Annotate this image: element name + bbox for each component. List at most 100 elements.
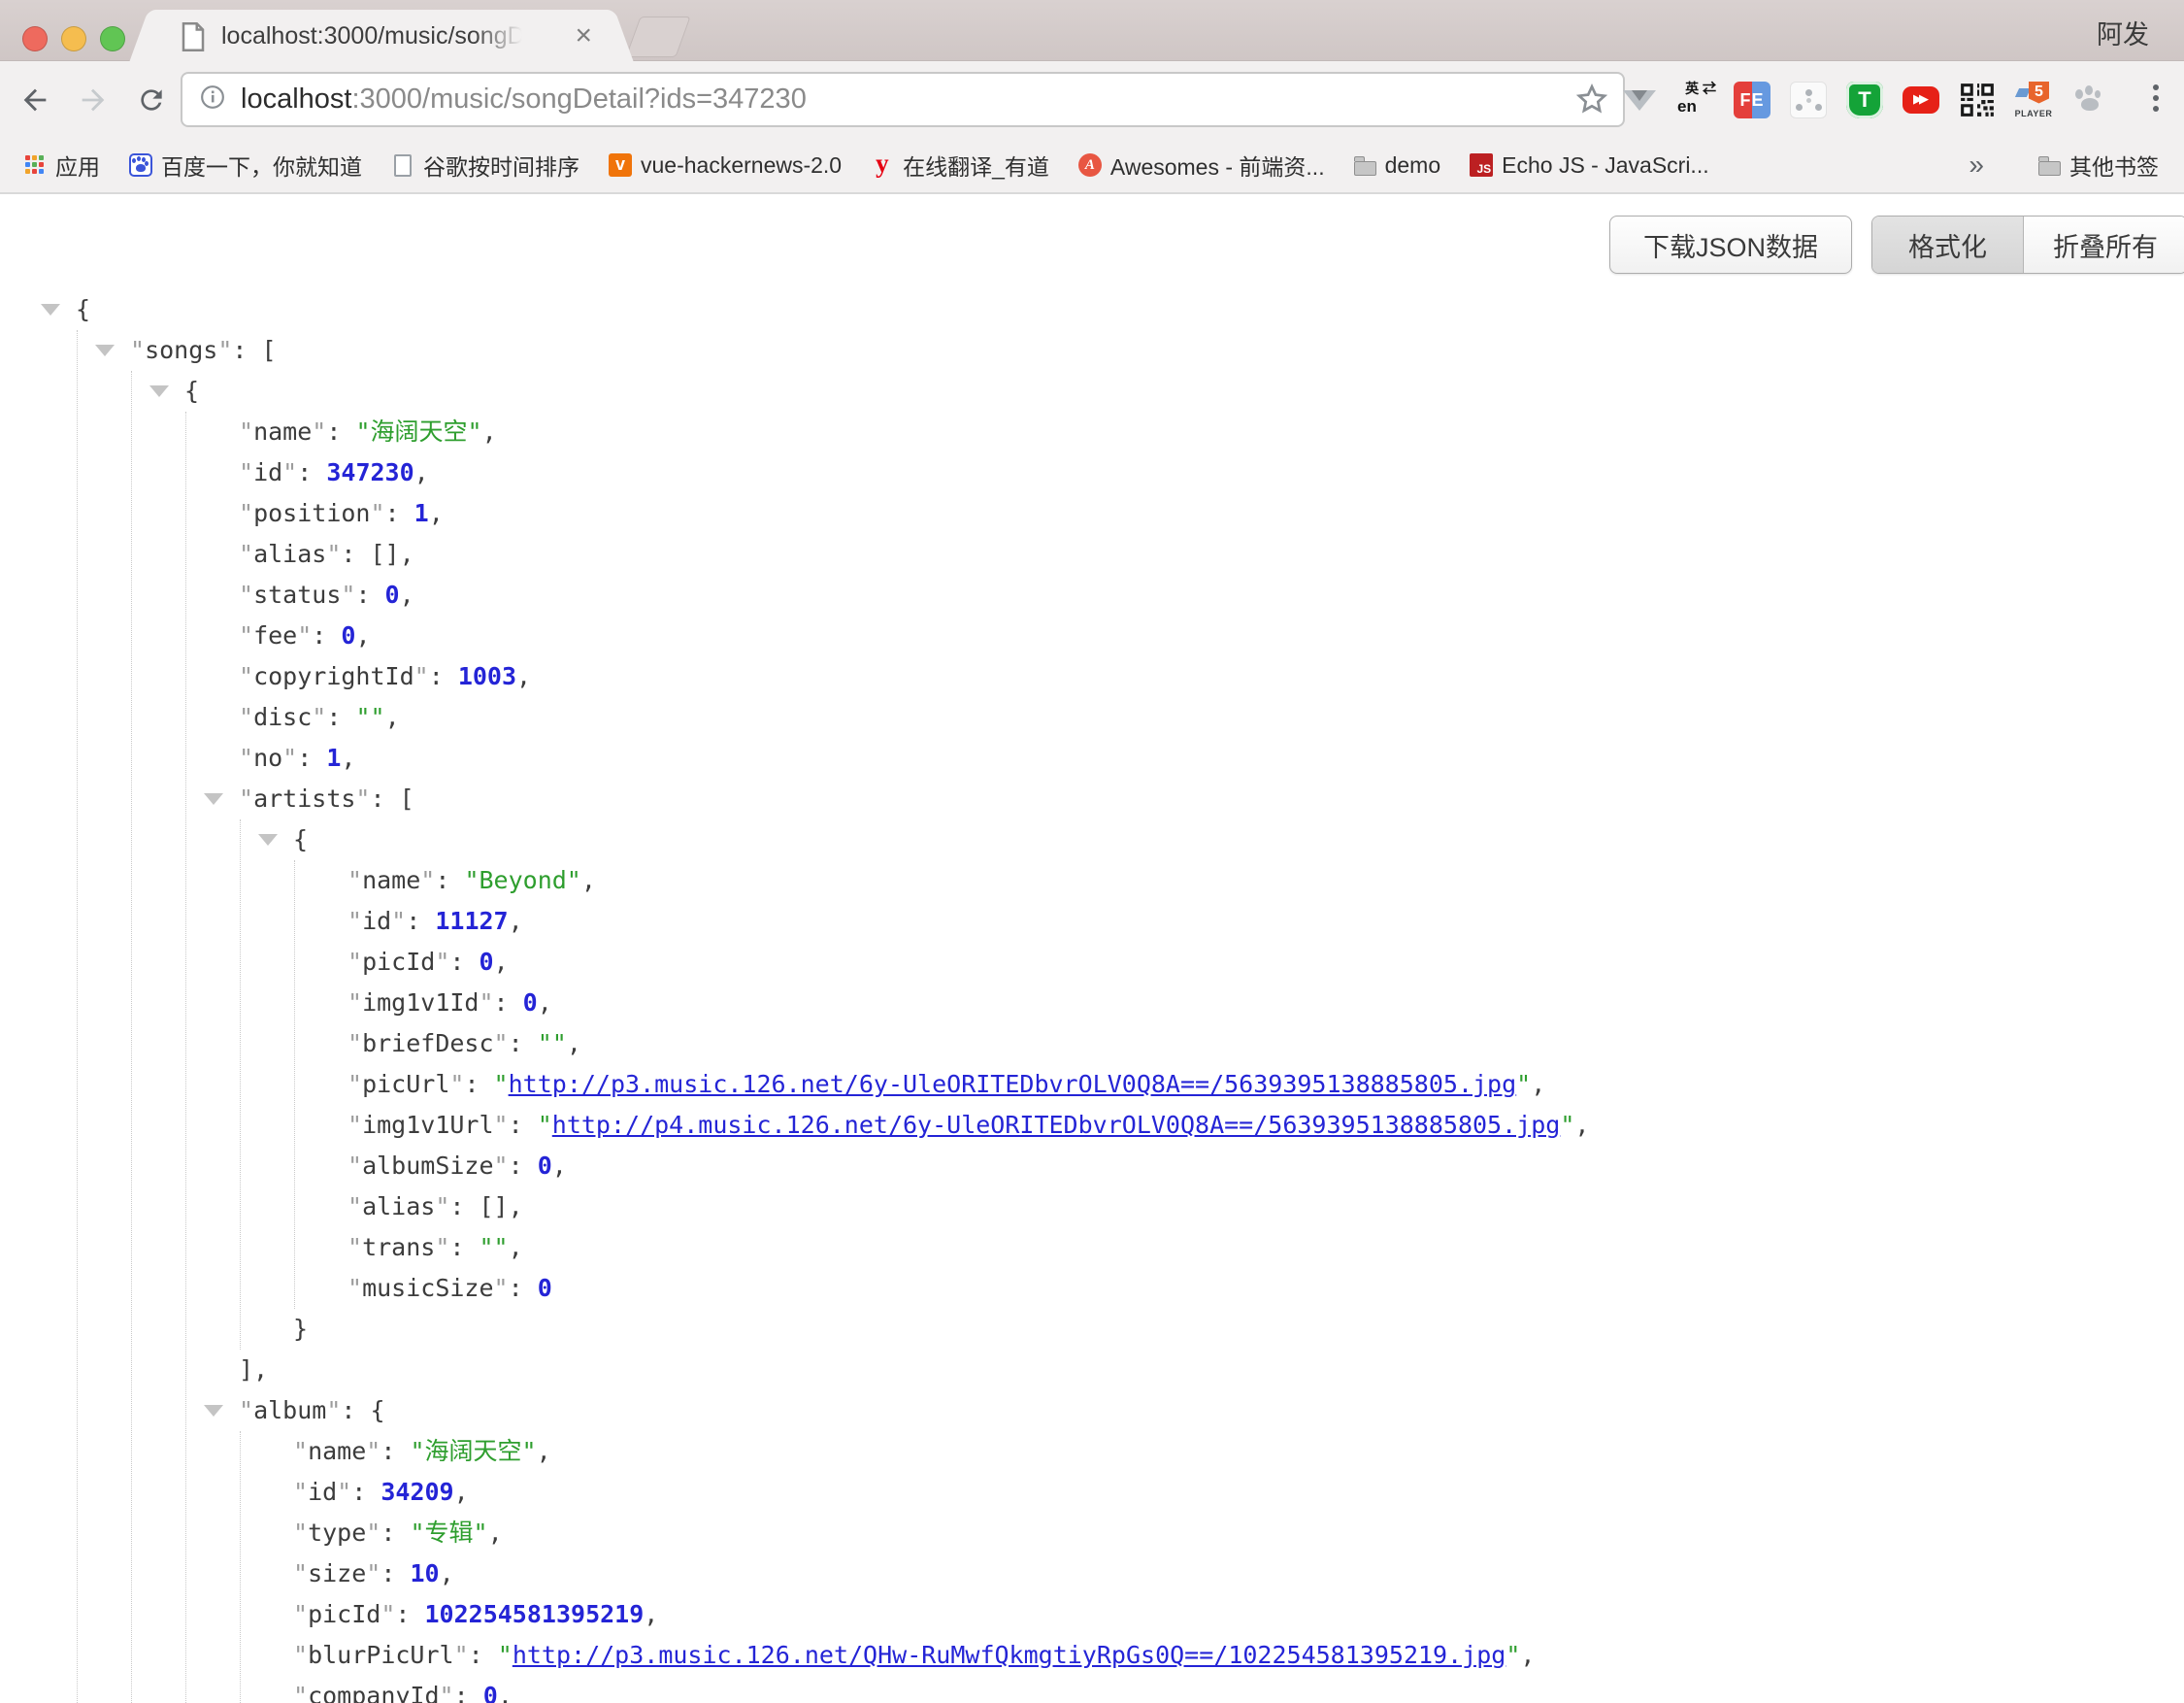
json-line: } xyxy=(293,1309,2184,1350)
json-token: " xyxy=(293,1559,308,1587)
json-token: " xyxy=(1506,1641,1520,1669)
html5-player-icon[interactable]: PLAYER xyxy=(2015,82,2052,118)
json-token: " xyxy=(435,1233,449,1261)
json-key: artists xyxy=(253,785,355,813)
bookmarks-overflow-chevron[interactable]: » xyxy=(1969,150,1984,181)
url-bar[interactable]: localhost:3000/music/songDetail?ids=3472… xyxy=(181,72,1625,127)
reload-button[interactable] xyxy=(134,83,169,117)
sitemap-icon[interactable] xyxy=(1790,82,1827,118)
chrome-menu-icon[interactable] xyxy=(2149,83,2163,117)
json-token: " xyxy=(239,621,253,650)
json-token: , xyxy=(1531,1070,1545,1098)
translate-icon[interactable] xyxy=(1677,82,1714,118)
json-number: 0 xyxy=(341,621,355,650)
other-bookmarks-folder[interactable]: 其他书签 xyxy=(2038,149,2159,182)
json-token: " xyxy=(366,1519,381,1547)
vue-devtools-icon[interactable] xyxy=(1621,82,1658,118)
json-token: " xyxy=(347,866,362,894)
json-token: " xyxy=(341,581,355,609)
bookmark-item[interactable]: 谷歌按时间排序 xyxy=(391,149,579,182)
json-token: : xyxy=(297,744,326,772)
json-token: , xyxy=(385,703,400,731)
json-key: name xyxy=(253,417,312,446)
json-token: " xyxy=(1560,1111,1574,1139)
json-token: { xyxy=(293,825,308,853)
new-tab-button[interactable] xyxy=(625,17,690,57)
site-info-icon[interactable] xyxy=(200,84,225,115)
json-url-link[interactable]: http://p3.music.126.net/QHw-RuMwfQkmgtiy… xyxy=(513,1641,1506,1669)
extensions-row: PLAYER xyxy=(1621,61,2108,138)
window-titlebar: 阿发 localhost:3000/music/songDetail?ids=3… xyxy=(0,0,2184,61)
json-token: " xyxy=(449,1070,464,1098)
video-play-icon[interactable] xyxy=(1903,86,1939,114)
bookmark-item[interactable]: demo xyxy=(1354,152,1441,179)
folder-icon xyxy=(1354,161,1376,176)
vue-orange-icon xyxy=(609,153,632,177)
json-token: : xyxy=(341,540,370,568)
json-token: " xyxy=(239,540,253,568)
window-minimize-button[interactable] xyxy=(61,26,86,51)
back-button[interactable] xyxy=(17,83,52,117)
json-line: { xyxy=(76,289,2184,330)
qr-code-icon[interactable] xyxy=(1959,82,1996,118)
json-number: 34209 xyxy=(381,1478,453,1506)
bookmark-item[interactable]: vue-hackernews-2.0 xyxy=(609,152,842,179)
json-token: , xyxy=(581,866,596,894)
collapse-all-button[interactable]: 折叠所有 xyxy=(2024,217,2184,273)
tampermonkey-icon[interactable] xyxy=(1846,82,1883,118)
json-token: : xyxy=(449,948,479,976)
download-json-button[interactable]: 下载JSON数据 xyxy=(1609,216,1852,274)
bookmark-item[interactable]: 应用 xyxy=(23,149,100,182)
window-close-button[interactable] xyxy=(22,26,48,51)
collapse-caret-icon[interactable] xyxy=(204,793,223,805)
json-token: " xyxy=(337,1478,351,1506)
browser-tab[interactable]: localhost:3000/music/songDetail?ids=3472… xyxy=(153,10,610,62)
json-token: " xyxy=(370,499,384,527)
json-url-link[interactable]: http://p4.music.126.net/6y-UleORITEDbvrO… xyxy=(552,1111,1561,1139)
collapse-caret-icon[interactable] xyxy=(204,1405,223,1417)
json-string: "" xyxy=(538,1029,567,1057)
folder-icon xyxy=(2038,161,2061,176)
json-token: " xyxy=(494,1274,509,1302)
bookmark-item[interactable]: 百度一下，你就知道 xyxy=(129,149,362,182)
echojs-icon xyxy=(1470,153,1493,177)
json-token: " xyxy=(347,988,362,1017)
json-token: " xyxy=(347,1192,362,1220)
collapse-caret-icon[interactable] xyxy=(149,385,169,397)
browser-toolbar: localhost:3000/music/songDetail?ids=3472… xyxy=(0,61,2184,138)
json-token: , xyxy=(498,1682,513,1703)
json-token: : xyxy=(509,1111,538,1139)
json-token: } xyxy=(293,1315,308,1343)
json-key: no xyxy=(253,744,282,772)
json-token: , xyxy=(440,1559,454,1587)
forward-button[interactable] xyxy=(76,83,111,117)
page-content: {"songs": [{"name": "海阔天空","id": 347230,… xyxy=(0,196,2184,1703)
paw-icon[interactable] xyxy=(2071,82,2108,118)
json-key: picUrl xyxy=(362,1070,449,1098)
json-token: { xyxy=(184,377,199,405)
json-token: " xyxy=(239,1396,253,1424)
fe-helper-icon[interactable] xyxy=(1734,82,1770,118)
json-key: picId xyxy=(308,1600,381,1628)
chrome-profile-name[interactable]: 阿发 xyxy=(2097,14,2149,51)
bookmark-item[interactable]: Awesomes - 前端资... xyxy=(1078,149,1325,182)
collapse-caret-icon[interactable] xyxy=(41,304,60,316)
collapse-caret-icon[interactable] xyxy=(258,834,278,846)
window-zoom-button[interactable] xyxy=(100,26,125,51)
bookmark-star-icon[interactable] xyxy=(1574,82,1609,121)
json-key: id xyxy=(362,907,391,935)
json-key: companyId xyxy=(308,1682,439,1703)
bookmark-item[interactable]: Echo JS - JavaScri... xyxy=(1470,152,1708,179)
json-token: " xyxy=(347,1070,362,1098)
json-url-link[interactable]: http://p3.music.126.net/6y-UleORITEDbvrO… xyxy=(509,1070,1517,1098)
json-line: "album": { xyxy=(239,1390,2184,1431)
json-line: "name": "海阔天空", xyxy=(239,412,2184,452)
json-line: "picUrl": "http://p3.music.126.net/6y-Ul… xyxy=(347,1064,2184,1105)
page-icon xyxy=(394,154,412,177)
collapse-caret-icon[interactable] xyxy=(95,345,115,356)
json-token: : xyxy=(297,458,326,486)
json-token: " xyxy=(355,785,370,813)
format-button[interactable]: 格式化 xyxy=(1872,217,2024,273)
tab-close-icon[interactable]: × xyxy=(575,19,592,52)
bookmark-item[interactable]: 在线翻译_有道 xyxy=(871,149,1049,182)
